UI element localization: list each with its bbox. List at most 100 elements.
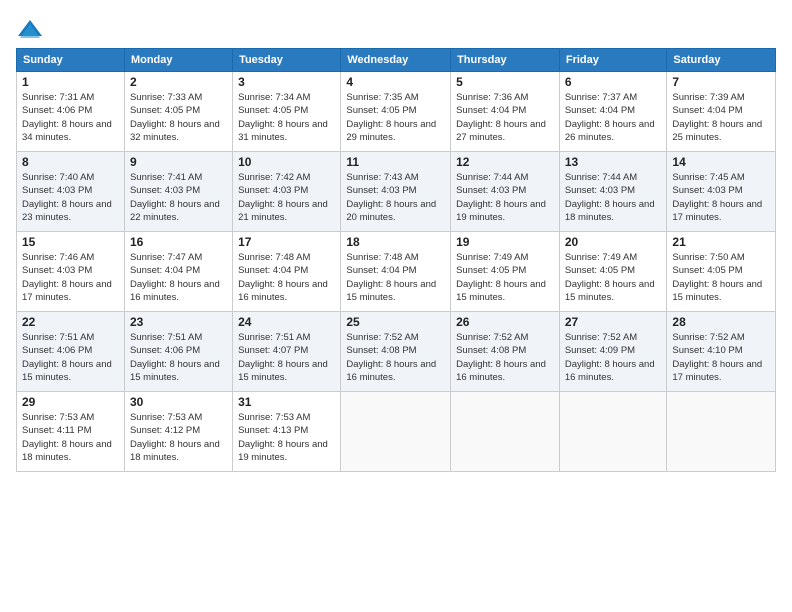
- weekday-header: Thursday: [451, 49, 560, 72]
- day-info: Sunrise: 7:42 AMSunset: 4:03 PMDaylight:…: [238, 172, 328, 223]
- weekday-header-row: SundayMondayTuesdayWednesdayThursdayFrid…: [17, 49, 776, 72]
- calendar-cell: 12 Sunrise: 7:44 AMSunset: 4:03 PMDaylig…: [451, 152, 560, 232]
- day-number: 19: [456, 235, 554, 249]
- day-info: Sunrise: 7:47 AMSunset: 4:04 PMDaylight:…: [130, 252, 220, 303]
- calendar-cell: 17 Sunrise: 7:48 AMSunset: 4:04 PMDaylig…: [233, 232, 341, 312]
- day-info: Sunrise: 7:53 AMSunset: 4:12 PMDaylight:…: [130, 412, 220, 463]
- day-number: 16: [130, 235, 227, 249]
- day-info: Sunrise: 7:31 AMSunset: 4:06 PMDaylight:…: [22, 92, 112, 143]
- calendar-cell: 3 Sunrise: 7:34 AMSunset: 4:05 PMDayligh…: [233, 72, 341, 152]
- calendar-cell: 16 Sunrise: 7:47 AMSunset: 4:04 PMDaylig…: [124, 232, 232, 312]
- calendar-cell: 20 Sunrise: 7:49 AMSunset: 4:05 PMDaylig…: [559, 232, 667, 312]
- day-number: 3: [238, 75, 335, 89]
- day-number: 29: [22, 395, 119, 409]
- day-number: 28: [672, 315, 770, 329]
- day-info: Sunrise: 7:44 AMSunset: 4:03 PMDaylight:…: [456, 172, 546, 223]
- calendar-week-row: 22 Sunrise: 7:51 AMSunset: 4:06 PMDaylig…: [17, 312, 776, 392]
- day-info: Sunrise: 7:48 AMSunset: 4:04 PMDaylight:…: [346, 252, 436, 303]
- day-info: Sunrise: 7:41 AMSunset: 4:03 PMDaylight:…: [130, 172, 220, 223]
- day-info: Sunrise: 7:51 AMSunset: 4:06 PMDaylight:…: [22, 332, 112, 383]
- day-info: Sunrise: 7:52 AMSunset: 4:08 PMDaylight:…: [456, 332, 546, 383]
- calendar-cell: 9 Sunrise: 7:41 AMSunset: 4:03 PMDayligh…: [124, 152, 232, 232]
- day-info: Sunrise: 7:43 AMSunset: 4:03 PMDaylight:…: [346, 172, 436, 223]
- calendar-cell: 4 Sunrise: 7:35 AMSunset: 4:05 PMDayligh…: [341, 72, 451, 152]
- day-number: 22: [22, 315, 119, 329]
- calendar-cell: [559, 392, 667, 472]
- weekday-header: Monday: [124, 49, 232, 72]
- weekday-header: Wednesday: [341, 49, 451, 72]
- day-info: Sunrise: 7:40 AMSunset: 4:03 PMDaylight:…: [22, 172, 112, 223]
- day-number: 15: [22, 235, 119, 249]
- day-number: 10: [238, 155, 335, 169]
- day-number: 13: [565, 155, 662, 169]
- day-info: Sunrise: 7:51 AMSunset: 4:07 PMDaylight:…: [238, 332, 328, 383]
- calendar-cell: 21 Sunrise: 7:50 AMSunset: 4:05 PMDaylig…: [667, 232, 776, 312]
- day-info: Sunrise: 7:33 AMSunset: 4:05 PMDaylight:…: [130, 92, 220, 143]
- day-number: 26: [456, 315, 554, 329]
- calendar-cell: 1 Sunrise: 7:31 AMSunset: 4:06 PMDayligh…: [17, 72, 125, 152]
- day-number: 25: [346, 315, 445, 329]
- day-number: 17: [238, 235, 335, 249]
- day-number: 14: [672, 155, 770, 169]
- day-number: 2: [130, 75, 227, 89]
- day-info: Sunrise: 7:39 AMSunset: 4:04 PMDaylight:…: [672, 92, 762, 143]
- day-info: Sunrise: 7:51 AMSunset: 4:06 PMDaylight:…: [130, 332, 220, 383]
- weekday-header: Friday: [559, 49, 667, 72]
- calendar-cell: 14 Sunrise: 7:45 AMSunset: 4:03 PMDaylig…: [667, 152, 776, 232]
- header: [16, 12, 776, 44]
- day-number: 1: [22, 75, 119, 89]
- day-number: 7: [672, 75, 770, 89]
- day-number: 4: [346, 75, 445, 89]
- day-number: 31: [238, 395, 335, 409]
- calendar-week-row: 1 Sunrise: 7:31 AMSunset: 4:06 PMDayligh…: [17, 72, 776, 152]
- calendar-cell: 8 Sunrise: 7:40 AMSunset: 4:03 PMDayligh…: [17, 152, 125, 232]
- day-number: 20: [565, 235, 662, 249]
- calendar-cell: 28 Sunrise: 7:52 AMSunset: 4:10 PMDaylig…: [667, 312, 776, 392]
- day-number: 23: [130, 315, 227, 329]
- calendar-cell: 24 Sunrise: 7:51 AMSunset: 4:07 PMDaylig…: [233, 312, 341, 392]
- day-number: 6: [565, 75, 662, 89]
- weekday-header: Tuesday: [233, 49, 341, 72]
- day-number: 30: [130, 395, 227, 409]
- calendar-cell: 26 Sunrise: 7:52 AMSunset: 4:08 PMDaylig…: [451, 312, 560, 392]
- day-info: Sunrise: 7:45 AMSunset: 4:03 PMDaylight:…: [672, 172, 762, 223]
- calendar-cell: 19 Sunrise: 7:49 AMSunset: 4:05 PMDaylig…: [451, 232, 560, 312]
- calendar-cell: 7 Sunrise: 7:39 AMSunset: 4:04 PMDayligh…: [667, 72, 776, 152]
- day-info: Sunrise: 7:52 AMSunset: 4:09 PMDaylight:…: [565, 332, 655, 383]
- day-info: Sunrise: 7:48 AMSunset: 4:04 PMDaylight:…: [238, 252, 328, 303]
- calendar-cell: [341, 392, 451, 472]
- weekday-header: Sunday: [17, 49, 125, 72]
- calendar-cell: 22 Sunrise: 7:51 AMSunset: 4:06 PMDaylig…: [17, 312, 125, 392]
- day-info: Sunrise: 7:52 AMSunset: 4:08 PMDaylight:…: [346, 332, 436, 383]
- day-info: Sunrise: 7:50 AMSunset: 4:05 PMDaylight:…: [672, 252, 762, 303]
- calendar-cell: 31 Sunrise: 7:53 AMSunset: 4:13 PMDaylig…: [233, 392, 341, 472]
- calendar-cell: 27 Sunrise: 7:52 AMSunset: 4:09 PMDaylig…: [559, 312, 667, 392]
- day-info: Sunrise: 7:49 AMSunset: 4:05 PMDaylight:…: [565, 252, 655, 303]
- day-info: Sunrise: 7:53 AMSunset: 4:11 PMDaylight:…: [22, 412, 112, 463]
- day-number: 18: [346, 235, 445, 249]
- calendar-cell: 11 Sunrise: 7:43 AMSunset: 4:03 PMDaylig…: [341, 152, 451, 232]
- day-number: 8: [22, 155, 119, 169]
- logo: [16, 16, 48, 44]
- day-number: 12: [456, 155, 554, 169]
- calendar-cell: 30 Sunrise: 7:53 AMSunset: 4:12 PMDaylig…: [124, 392, 232, 472]
- calendar-cell: 6 Sunrise: 7:37 AMSunset: 4:04 PMDayligh…: [559, 72, 667, 152]
- day-number: 24: [238, 315, 335, 329]
- calendar-cell: [451, 392, 560, 472]
- calendar-cell: 23 Sunrise: 7:51 AMSunset: 4:06 PMDaylig…: [124, 312, 232, 392]
- day-number: 9: [130, 155, 227, 169]
- day-info: Sunrise: 7:46 AMSunset: 4:03 PMDaylight:…: [22, 252, 112, 303]
- calendar-cell: 18 Sunrise: 7:48 AMSunset: 4:04 PMDaylig…: [341, 232, 451, 312]
- calendar-cell: 5 Sunrise: 7:36 AMSunset: 4:04 PMDayligh…: [451, 72, 560, 152]
- calendar-week-row: 8 Sunrise: 7:40 AMSunset: 4:03 PMDayligh…: [17, 152, 776, 232]
- calendar-week-row: 15 Sunrise: 7:46 AMSunset: 4:03 PMDaylig…: [17, 232, 776, 312]
- day-number: 5: [456, 75, 554, 89]
- calendar-cell: [667, 392, 776, 472]
- calendar-container: SundayMondayTuesdayWednesdayThursdayFrid…: [0, 0, 792, 480]
- weekday-header: Saturday: [667, 49, 776, 72]
- day-info: Sunrise: 7:52 AMSunset: 4:10 PMDaylight:…: [672, 332, 762, 383]
- calendar-cell: 13 Sunrise: 7:44 AMSunset: 4:03 PMDaylig…: [559, 152, 667, 232]
- calendar-cell: 10 Sunrise: 7:42 AMSunset: 4:03 PMDaylig…: [233, 152, 341, 232]
- calendar-cell: 29 Sunrise: 7:53 AMSunset: 4:11 PMDaylig…: [17, 392, 125, 472]
- day-number: 21: [672, 235, 770, 249]
